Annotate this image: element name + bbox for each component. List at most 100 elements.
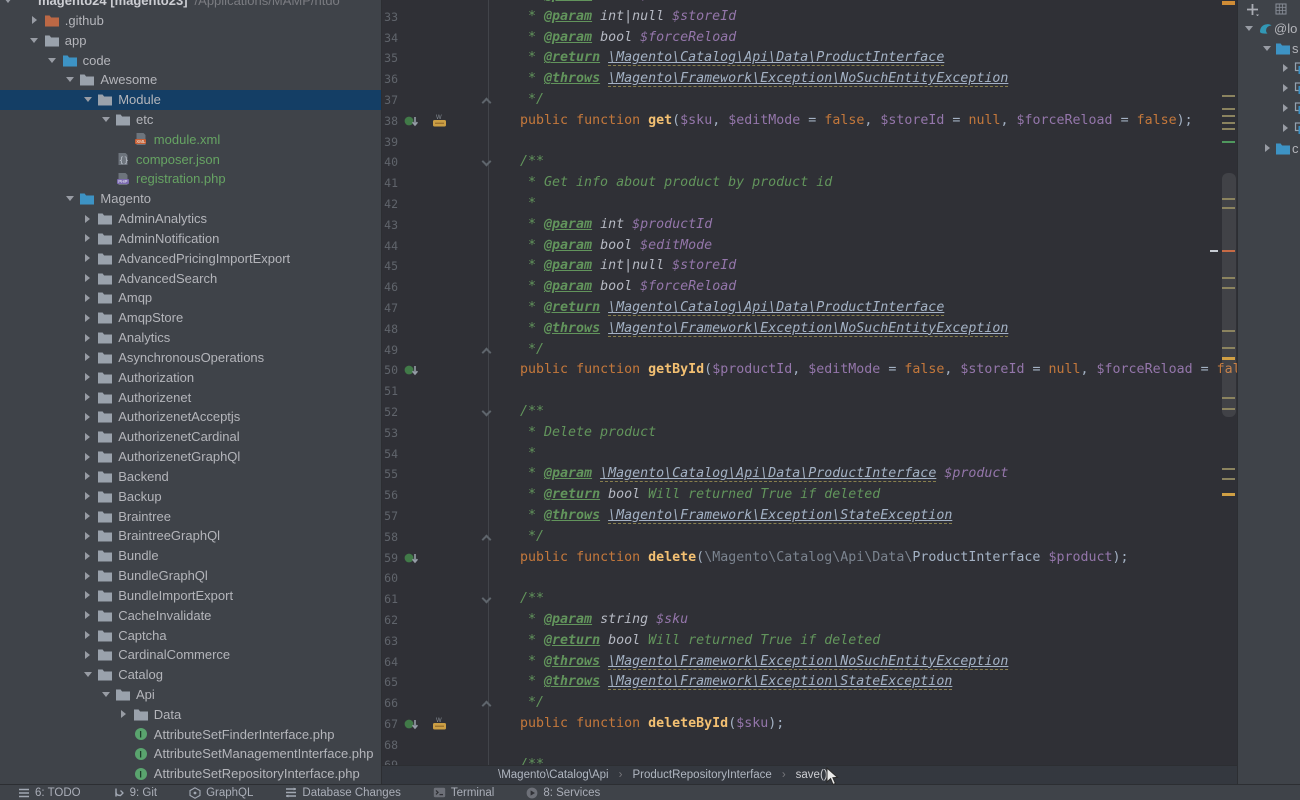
code-line-53[interactable]: 53 * Delete product xyxy=(382,423,1237,444)
code-text[interactable]: * @return bool Will returned True if del… xyxy=(520,485,880,506)
code-line-42[interactable]: 42 * xyxy=(382,194,1237,215)
code-line-60[interactable]: 60 xyxy=(382,568,1237,589)
tree-item-registration-php[interactable]: PHPregistration.php xyxy=(0,169,381,189)
tree-expand-icon[interactable] xyxy=(80,410,95,424)
tree-expand-icon[interactable] xyxy=(1242,26,1256,31)
tree-item-github[interactable]: .github xyxy=(0,10,381,30)
tree-expand-icon[interactable] xyxy=(1278,124,1292,132)
tree-expand-icon[interactable] xyxy=(80,489,95,503)
view-options-icon[interactable] xyxy=(1275,3,1287,15)
tree-item-authorization[interactable]: Authorization xyxy=(0,367,381,387)
code-editor[interactable]: 32 * @param bool $editMode33 * @param in… xyxy=(382,0,1237,765)
tree-item-cardinalcommerce[interactable]: CardinalCommerce xyxy=(0,645,381,665)
fold-chevron-icon[interactable] xyxy=(482,347,492,357)
fold-chevron-icon[interactable] xyxy=(482,98,492,108)
statusbar-item-graphql[interactable]: GraphQL xyxy=(189,787,253,799)
stripe-mark[interactable] xyxy=(1222,141,1235,143)
stripe-mark[interactable] xyxy=(1222,330,1235,332)
tree-expand-icon[interactable] xyxy=(80,93,95,107)
tree-item-attributesetrepositoryinterface-php[interactable]: IAttributeSetRepositoryInterface.php xyxy=(0,764,381,784)
implementations-icon[interactable] xyxy=(404,552,419,565)
code-text[interactable]: * @param int|null $storeId xyxy=(520,256,736,277)
tree-expand-icon[interactable] xyxy=(80,212,95,226)
code-line-46[interactable]: 46 * @param bool $forceReload xyxy=(382,277,1237,298)
statusbar-item-database-changes[interactable]: Database Changes xyxy=(285,787,400,799)
stripe-mark[interactable] xyxy=(1222,207,1235,209)
tree-item-magento[interactable]: Magento xyxy=(0,189,381,209)
code-line-65[interactable]: 65 * @throws \Magento\Framework\Exceptio… xyxy=(382,672,1237,693)
code-line-66[interactable]: 66 */ xyxy=(382,693,1237,714)
fold-chevron-icon[interactable] xyxy=(482,157,492,167)
stripe-mark[interactable] xyxy=(1222,122,1235,124)
tree-expand-icon[interactable] xyxy=(80,628,95,642)
tree-expand-icon[interactable] xyxy=(0,0,15,8)
code-text[interactable]: * @return bool Will returned True if del… xyxy=(520,631,880,652)
code-line-57[interactable]: 57 * @throws \Magento\Framework\Exceptio… xyxy=(382,506,1237,527)
tree-expand-icon[interactable] xyxy=(1278,64,1292,72)
code-text[interactable]: public function delete(\Magento\Catalog\… xyxy=(520,548,1129,569)
stripe-mark[interactable] xyxy=(1222,128,1235,130)
tree-expand-icon[interactable] xyxy=(80,569,95,583)
statusbar-item-9-git[interactable]: 9: Git xyxy=(113,787,157,799)
stripe-mark[interactable] xyxy=(1222,468,1235,470)
tree-expand-icon[interactable] xyxy=(27,33,42,47)
implementations-icon[interactable] xyxy=(404,115,419,128)
code-text[interactable]: * @throws \Magento\Framework\Exception\S… xyxy=(520,672,952,693)
code-text[interactable]: * @param int|null $storeId xyxy=(520,7,736,28)
tree-expand-icon[interactable] xyxy=(27,13,42,27)
tree-expand-icon[interactable] xyxy=(1278,104,1292,112)
tree-expand-icon[interactable] xyxy=(1260,144,1274,152)
code-text[interactable]: * @throws \Magento\Framework\Exception\N… xyxy=(520,319,1008,340)
stripe-mark[interactable] xyxy=(1222,347,1235,349)
tree-item-app[interactable]: app xyxy=(0,30,381,50)
code-text[interactable]: * @throws \Magento\Framework\Exception\N… xyxy=(520,69,1008,90)
code-line-41[interactable]: 41 * Get info about product by product i… xyxy=(382,173,1237,194)
implementations-icon[interactable] xyxy=(404,364,419,377)
tree-expand-icon[interactable] xyxy=(80,648,95,662)
code-text[interactable]: */ xyxy=(520,90,544,111)
code-text[interactable]: * xyxy=(520,444,536,465)
fold-chevron-icon[interactable] xyxy=(482,594,492,604)
tree-expand-icon[interactable] xyxy=(80,251,95,265)
bookmark-icon[interactable]: W xyxy=(432,716,448,731)
tree-expand-icon[interactable] xyxy=(80,231,95,245)
code-line-63[interactable]: 63 * @return bool Will returned True if … xyxy=(382,631,1237,652)
code-line-32[interactable]: 32 * @param bool $editMode xyxy=(382,0,1237,7)
code-line-37[interactable]: 37 */ xyxy=(382,90,1237,111)
fold-chevron-icon[interactable] xyxy=(482,534,492,544)
tree-expand-icon[interactable] xyxy=(80,608,95,622)
code-text[interactable]: * @param bool $editMode xyxy=(520,0,712,7)
code-line-48[interactable]: 48 * @throws \Magento\Framework\Exceptio… xyxy=(382,319,1237,340)
tree-item-authorizenetgraphql[interactable]: AuthorizenetGraphQl xyxy=(0,447,381,467)
code-line-62[interactable]: 62 * @param string $sku xyxy=(382,610,1237,631)
code-line-68[interactable]: 68 xyxy=(382,735,1237,756)
stripe-mark[interactable] xyxy=(1222,397,1235,399)
tree-item-data[interactable]: Data xyxy=(0,704,381,724)
code-line-36[interactable]: 36 * @throws \Magento\Framework\Exceptio… xyxy=(382,69,1237,90)
tree-expand-icon[interactable] xyxy=(80,291,95,305)
tree-expand-icon[interactable] xyxy=(80,430,95,444)
tree-expand-icon[interactable] xyxy=(80,271,95,285)
db-item-item[interactable] xyxy=(1238,98,1300,118)
tree-expand-icon[interactable] xyxy=(62,73,77,87)
tree-item-code[interactable]: code xyxy=(0,50,381,70)
code-text[interactable]: /** xyxy=(520,152,544,173)
code-line-55[interactable]: 55 * @param \Magento\Catalog\Api\Data\Pr… xyxy=(382,464,1237,485)
db-item-s[interactable]: s xyxy=(1238,38,1300,58)
tree-expand-icon[interactable] xyxy=(80,331,95,345)
code-line-61[interactable]: 61/** xyxy=(382,589,1237,610)
tree-expand-icon[interactable] xyxy=(80,390,95,404)
code-line-58[interactable]: 58 */ xyxy=(382,527,1237,548)
stripe-mark[interactable] xyxy=(1222,493,1235,496)
code-text[interactable]: * Delete product xyxy=(520,423,656,444)
code-line-35[interactable]: 35 * @return \Magento\Catalog\Api\Data\P… xyxy=(382,48,1237,69)
tree-item-captcha[interactable]: Captcha xyxy=(0,625,381,645)
stripe-mark[interactable] xyxy=(1222,287,1235,289)
code-line-34[interactable]: 34 * @param bool $forceReload xyxy=(382,28,1237,49)
code-text[interactable]: * @param bool $forceReload xyxy=(520,277,736,298)
code-line-47[interactable]: 47 * @return \Magento\Catalog\Api\Data\P… xyxy=(382,298,1237,319)
tree-expand-icon[interactable] xyxy=(1278,84,1292,92)
tree-item-advancedpricingimportexport[interactable]: AdvancedPricingImportExport xyxy=(0,248,381,268)
code-line-64[interactable]: 64 * @throws \Magento\Framework\Exceptio… xyxy=(382,652,1237,673)
tree-expand-icon[interactable] xyxy=(45,53,60,67)
